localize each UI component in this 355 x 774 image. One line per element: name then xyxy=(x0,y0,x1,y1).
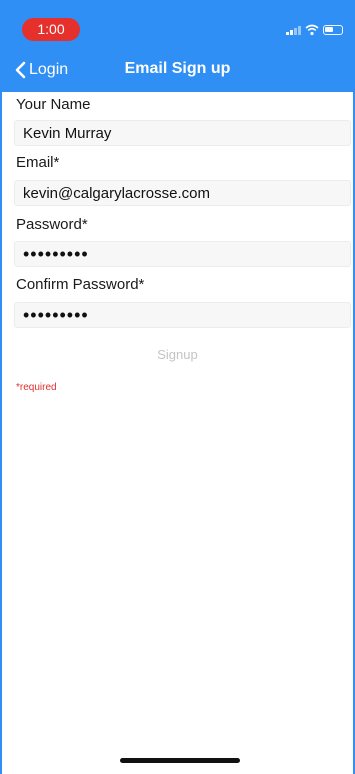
chevron-left-icon xyxy=(15,61,26,79)
confirm-password-field[interactable] xyxy=(14,302,351,328)
status-icons xyxy=(286,22,343,38)
required-note: *required xyxy=(16,382,57,393)
signup-button[interactable]: Signup xyxy=(2,347,353,362)
battery-icon xyxy=(323,25,343,35)
name-field[interactable] xyxy=(14,120,351,146)
password-label: Password* xyxy=(16,216,88,233)
name-label: Your Name xyxy=(16,96,91,113)
phone-screen: 1:00 Login Email Sign up Your Name Email… xyxy=(0,0,355,774)
home-indicator[interactable] xyxy=(120,758,240,763)
back-label: Login xyxy=(29,61,69,78)
confirm-password-label: Confirm Password* xyxy=(16,276,145,293)
password-field[interactable] xyxy=(14,241,351,267)
wifi-icon xyxy=(305,24,319,36)
back-button[interactable]: Login xyxy=(14,57,68,83)
signal-icon xyxy=(286,25,301,35)
time-pill: 1:00 xyxy=(22,18,80,41)
nav-bar: Login Email Sign up xyxy=(2,48,353,92)
status-bar: 1:00 xyxy=(2,0,353,48)
email-field[interactable] xyxy=(14,180,351,206)
email-label: Email* xyxy=(16,154,60,171)
